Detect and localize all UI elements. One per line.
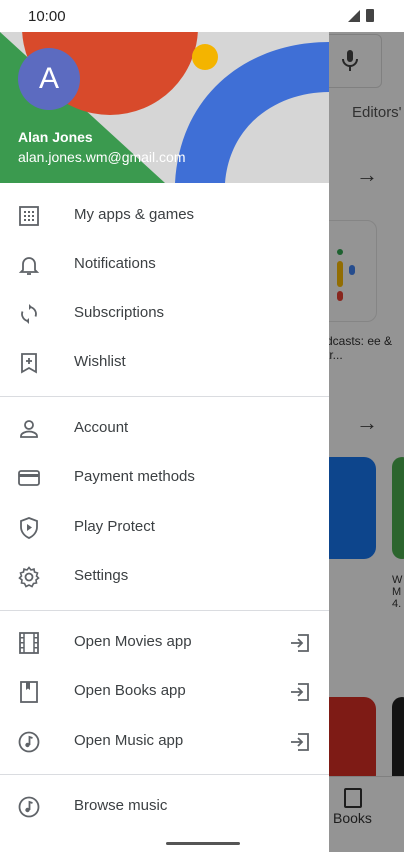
shield-play-icon	[20, 517, 38, 539]
menu-item-label: Account	[74, 419, 129, 436]
open-external-icon[interactable]	[288, 680, 312, 704]
film-icon	[19, 632, 39, 654]
account-name: Alan Jones	[18, 129, 93, 145]
menu-item-browse-music[interactable]: Browse music	[0, 783, 329, 831]
menu-item-label: My apps & games	[74, 206, 195, 223]
menu-item-notifications[interactable]: Notifications	[0, 241, 329, 289]
menu-item-label: Subscriptions	[74, 304, 165, 321]
divider	[0, 774, 329, 775]
divider	[0, 610, 329, 611]
open-external-icon[interactable]	[288, 730, 312, 754]
menu-item-label: Open Movies app	[74, 633, 192, 650]
music-note-icon	[18, 796, 40, 818]
avatar[interactable]: A	[18, 48, 80, 110]
menu-item-play-protect[interactable]: Play Protect	[0, 504, 329, 552]
menu-item-payment-methods[interactable]: Payment methods	[0, 454, 329, 502]
menu-item-label: Settings	[74, 567, 129, 584]
account-header[interactable]: A Alan Jones alan.jones.wm@gmail.com	[0, 32, 329, 183]
music-note-icon	[18, 731, 40, 753]
menu-item-label: Open Books app	[74, 682, 186, 699]
menu-item-settings[interactable]: Settings	[0, 553, 329, 601]
status-bar: 10:00	[0, 0, 404, 32]
divider	[0, 396, 329, 397]
refresh-icon	[21, 304, 37, 324]
menu-item-wishlist[interactable]: Wishlist	[0, 339, 329, 387]
person-icon	[20, 420, 38, 438]
status-time: 10:00	[28, 8, 66, 25]
menu-item-account[interactable]: Account	[0, 405, 329, 453]
account-email: alan.jones.wm@gmail.com	[18, 149, 186, 165]
menu-item-open-movies[interactable]: Open Movies app	[0, 619, 329, 667]
menu-item-open-music[interactable]: Open Music app	[0, 718, 329, 766]
battery-icon	[366, 9, 374, 22]
menu-item-label: Wishlist	[74, 353, 126, 370]
credit-card-icon	[18, 470, 40, 486]
menu-item-open-books[interactable]: Open Books app	[0, 668, 329, 716]
gesture-nav-handle[interactable]	[166, 842, 240, 845]
menu-item-label: Play Protect	[74, 518, 155, 535]
book-icon	[20, 681, 38, 703]
menu-item-label: Payment methods	[74, 468, 195, 485]
menu-item-label: Open Music app	[74, 732, 184, 749]
signal-icon	[348, 10, 360, 22]
bookmark-add-icon	[21, 353, 37, 374]
gear-icon	[18, 566, 40, 588]
bell-icon	[18, 257, 40, 275]
menu-item-label: Browse music	[74, 797, 168, 814]
apps-grid-icon	[19, 206, 39, 226]
menu-item-my-apps[interactable]: My apps & games	[0, 192, 329, 240]
open-external-icon[interactable]	[288, 631, 312, 655]
menu-item-subscriptions[interactable]: Subscriptions	[0, 290, 329, 338]
navigation-drawer: A Alan Jones alan.jones.wm@gmail.com My …	[0, 32, 329, 852]
menu-item-label: Notifications	[74, 255, 156, 272]
